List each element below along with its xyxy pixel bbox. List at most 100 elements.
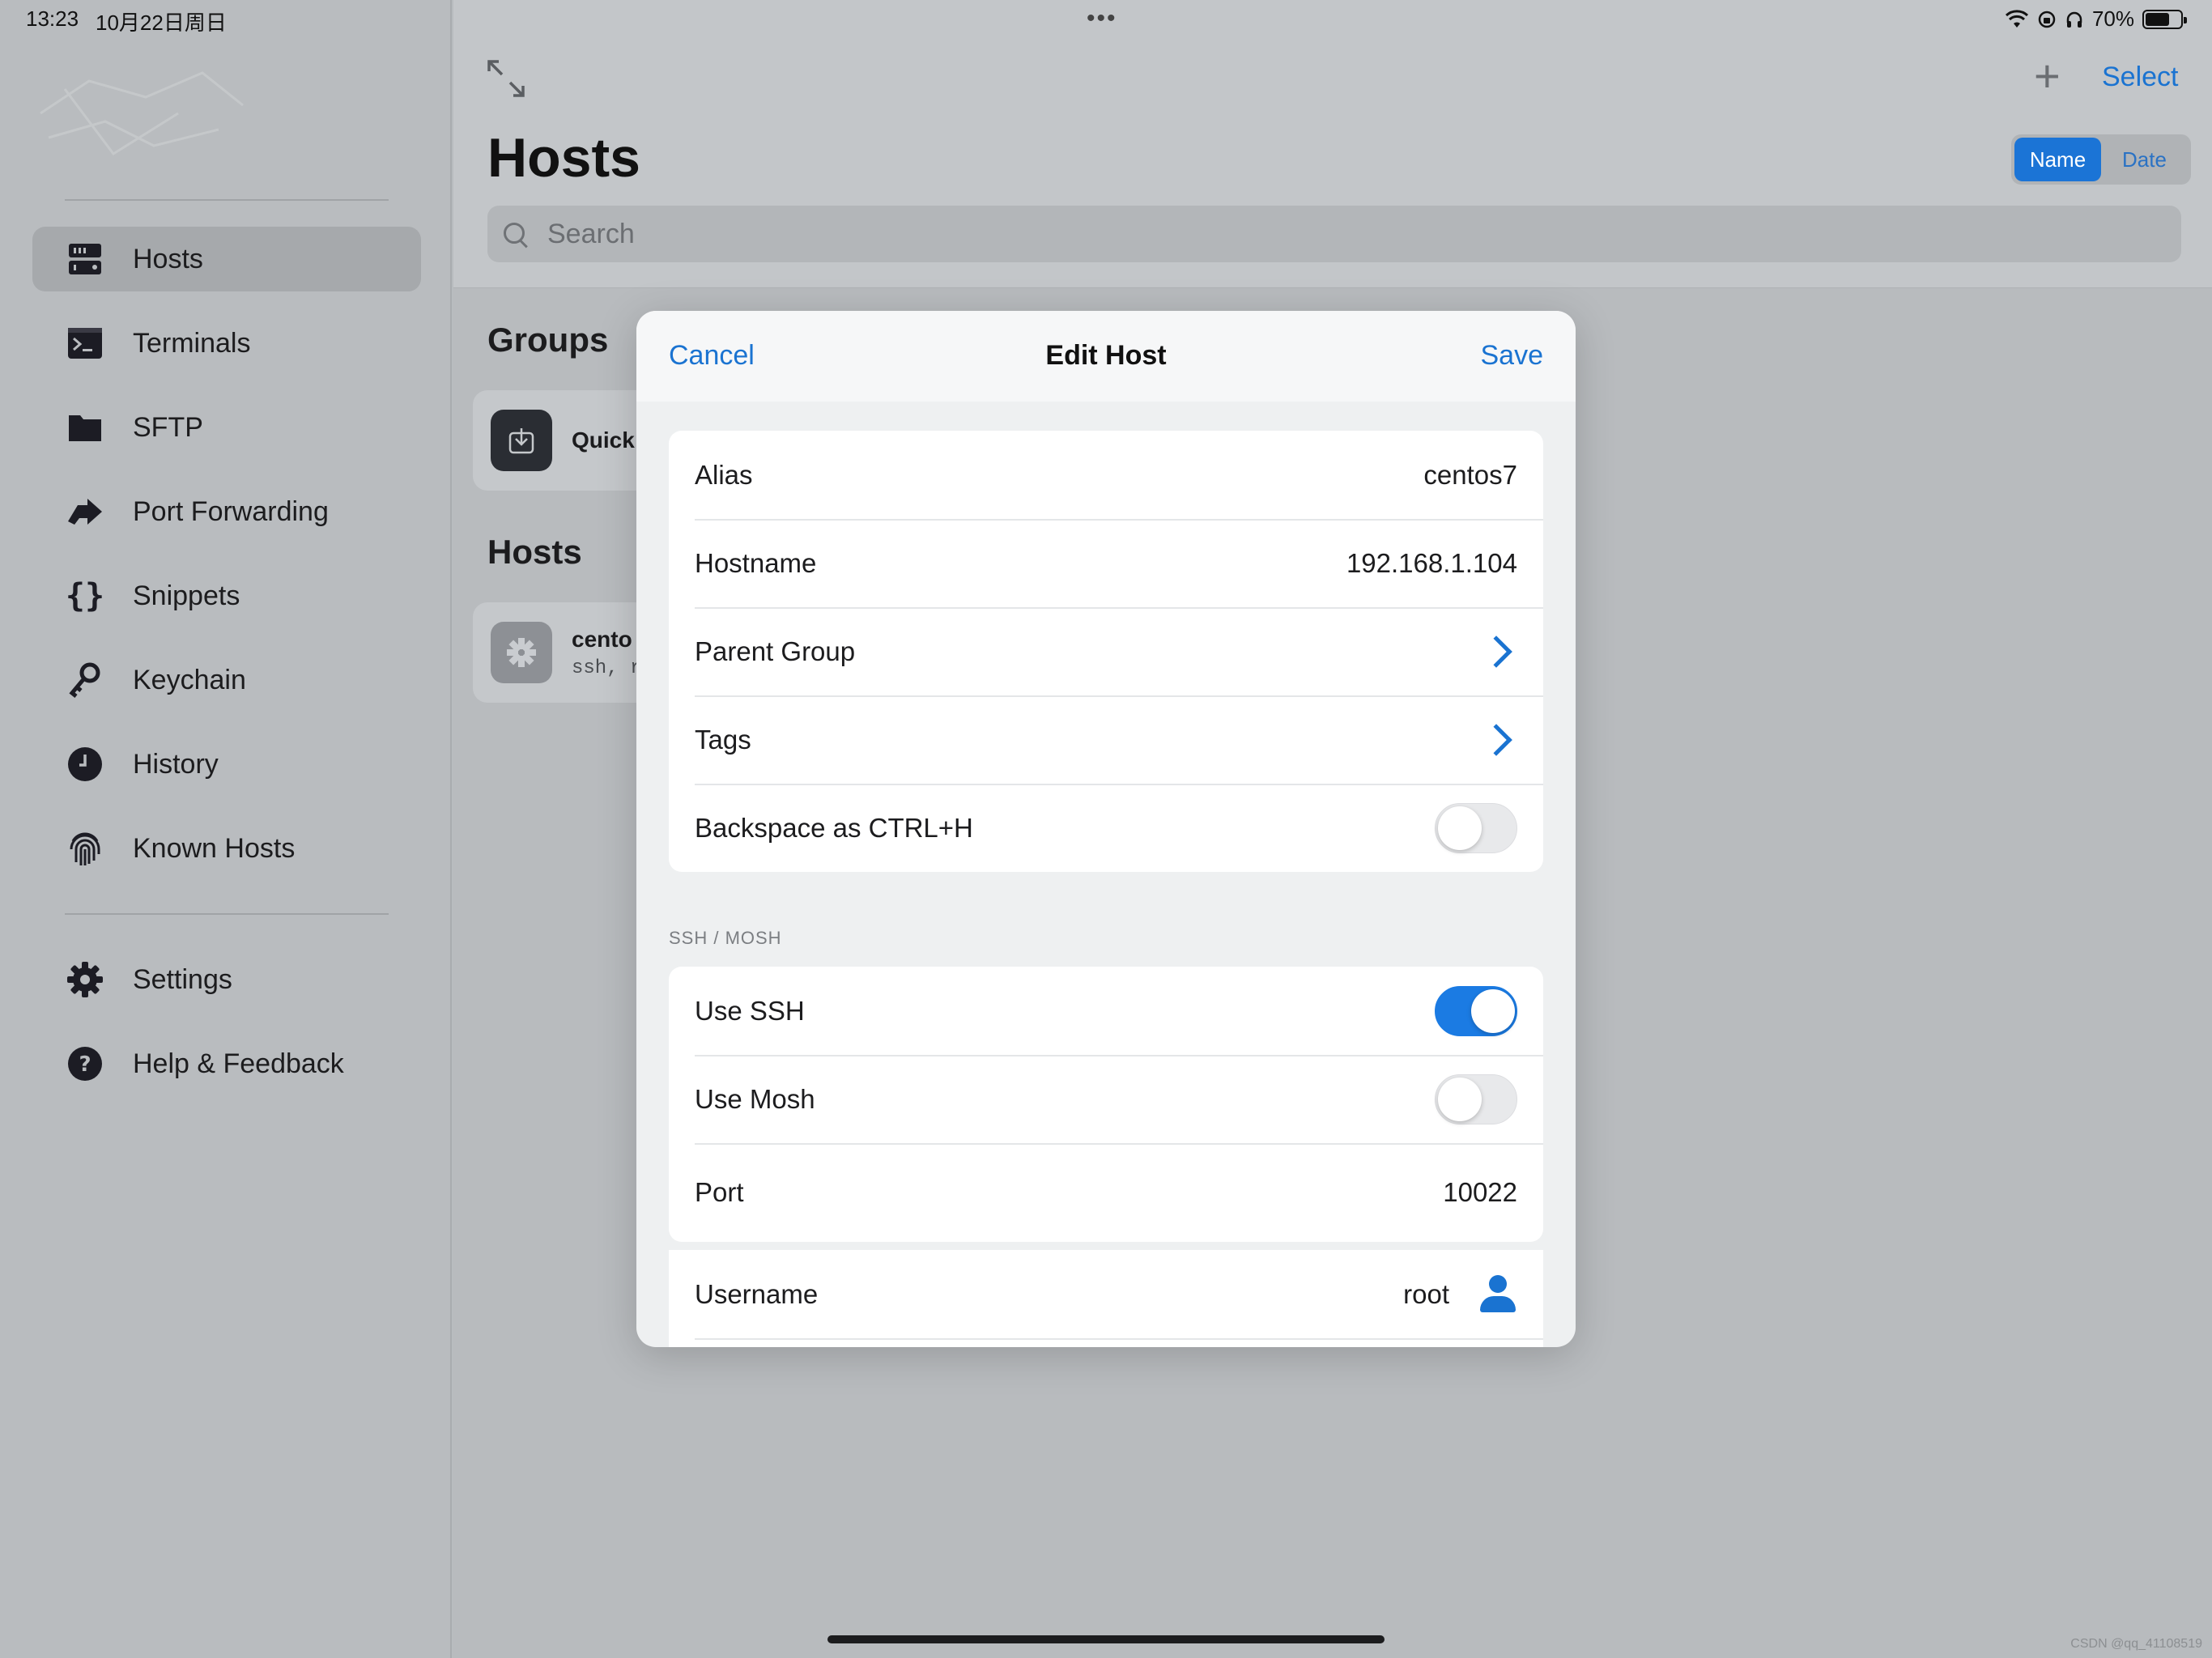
alias-field[interactable]: centos7 xyxy=(1423,460,1517,491)
host-card-label: cento xyxy=(572,626,632,652)
sidebar-item-history[interactable]: History xyxy=(32,732,421,797)
sidebar-item-keychain[interactable]: Keychain xyxy=(32,648,421,712)
hostname-label: Hostname xyxy=(695,547,817,578)
gear-icon xyxy=(65,959,105,1000)
page-title: Hosts xyxy=(487,127,640,189)
sidebar-item-sftp[interactable]: SFTP xyxy=(32,395,421,460)
use-mosh-toggle[interactable] xyxy=(1435,1073,1517,1124)
headphones-icon xyxy=(2066,11,2082,28)
modal-header: Edit Host Cancel Save xyxy=(636,311,1576,402)
username-field[interactable]: root xyxy=(1403,1279,1449,1310)
username-row[interactable]: Username root xyxy=(669,1250,1543,1338)
sidebar-item-port-forwarding[interactable]: Port Forwarding xyxy=(32,479,421,544)
folder-icon xyxy=(65,407,105,448)
sidebar-item-help-feedback[interactable]: ? Help & Feedback xyxy=(32,1031,421,1096)
chevron-right-icon xyxy=(1480,635,1512,668)
sidebar-divider xyxy=(65,913,389,915)
add-host-button[interactable]: + xyxy=(2034,53,2061,99)
main-header: + Select Hosts Name Date xyxy=(453,0,2212,288)
server-icon xyxy=(65,239,105,279)
ssh-mosh-section-label: SSH / MOSH xyxy=(669,928,782,948)
sidebar-item-label: SFTP xyxy=(133,411,203,443)
sidebar-divider xyxy=(65,199,389,201)
auth-settings-group: Username root xyxy=(669,1250,1543,1347)
search-input[interactable] xyxy=(547,218,2086,250)
braces-icon: {} xyxy=(65,577,105,614)
tags-row[interactable]: Tags xyxy=(669,695,1543,784)
sidebar-item-label: Help & Feedback xyxy=(133,1048,344,1079)
sidebar-item-label: Snippets xyxy=(133,580,240,611)
use-ssh-toggle[interactable] xyxy=(1435,985,1517,1036)
help-icon: ? xyxy=(65,1044,105,1084)
alias-row[interactable]: Alias centos7 xyxy=(669,431,1543,519)
port-label: Port xyxy=(695,1177,744,1207)
cancel-button[interactable]: Cancel xyxy=(669,340,755,372)
port-row[interactable]: Port 10022 xyxy=(669,1143,1543,1242)
sidebar-item-label: Port Forwarding xyxy=(133,495,329,527)
sidebar: Hosts Terminals SFTP Port Forwarding {} … xyxy=(0,0,452,1658)
sidebar-item-hosts[interactable]: Hosts xyxy=(32,227,421,291)
import-icon xyxy=(491,410,552,471)
sidebar-item-label: Settings xyxy=(133,963,232,995)
battery-icon xyxy=(2142,9,2187,29)
save-button[interactable]: Save xyxy=(1481,340,1544,372)
home-indicator[interactable] xyxy=(827,1635,1385,1643)
group-card-label: Quick xyxy=(572,427,635,453)
sidebar-item-settings[interactable]: Settings xyxy=(32,947,421,1012)
parent-group-row[interactable]: Parent Group xyxy=(669,607,1543,695)
backspace-row: Backspace as CTRL+H xyxy=(669,784,1543,872)
chevron-right-icon xyxy=(1480,723,1512,756)
select-button[interactable]: Select xyxy=(2102,62,2179,93)
wifi-icon xyxy=(2005,9,2028,28)
use-ssh-row: Use SSH xyxy=(669,967,1543,1055)
hostname-row[interactable]: Hostname 192.168.1.104 xyxy=(669,519,1543,607)
sort-segmented-control: Name Date xyxy=(2011,134,2191,185)
use-mosh-row: Use Mosh xyxy=(669,1055,1543,1143)
app-logo-watermark-icon xyxy=(40,71,244,156)
sidebar-item-label: Keychain xyxy=(133,664,246,695)
backspace-toggle[interactable] xyxy=(1435,802,1517,853)
parent-group-label: Parent Group xyxy=(695,636,856,666)
groups-section-title: Groups xyxy=(487,321,609,359)
orientation-lock-icon xyxy=(2038,11,2056,28)
status-date: 10月22日周日 xyxy=(96,11,227,35)
username-label: Username xyxy=(695,1278,819,1309)
port-forward-icon xyxy=(65,491,105,532)
edit-host-modal: Edit Host Cancel Save Alias centos7 Host… xyxy=(636,311,1576,1347)
tags-label: Tags xyxy=(695,724,751,755)
terminal-icon xyxy=(65,323,105,363)
multitasking-dots-icon[interactable]: ••• xyxy=(1087,5,1117,32)
sidebar-item-label: History xyxy=(133,748,219,780)
search-icon xyxy=(499,218,531,250)
os-logo-icon xyxy=(491,622,552,683)
watermark: CSDN @qq_41108519 xyxy=(2070,1637,2202,1651)
clock-icon xyxy=(65,744,105,784)
user-icon[interactable] xyxy=(1478,1274,1517,1314)
key-icon xyxy=(65,660,105,700)
sidebar-item-terminals[interactable]: Terminals xyxy=(32,311,421,376)
modal-title: Edit Host xyxy=(1045,340,1167,371)
use-ssh-label: Use SSH xyxy=(695,995,805,1026)
port-field[interactable]: 10022 xyxy=(1443,1177,1517,1208)
hostname-field[interactable]: 192.168.1.104 xyxy=(1346,548,1517,579)
status-bar: 13:23 10月22日周日 ••• 70% xyxy=(0,0,2212,39)
host-card-subtitle: ssh, r xyxy=(572,657,642,679)
svg-text:?: ? xyxy=(79,1052,91,1077)
host-card-text: cento ssh, r xyxy=(572,627,641,679)
sidebar-item-label: Known Hosts xyxy=(133,832,296,864)
battery-percent: 70% xyxy=(2091,6,2134,31)
sort-by-name-button[interactable]: Name xyxy=(2014,138,2101,181)
search-bar[interactable] xyxy=(487,206,2181,262)
status-time: 13:23 xyxy=(26,6,79,31)
sidebar-item-known-hosts[interactable]: Known Hosts xyxy=(32,816,421,881)
status-indicators: 70% xyxy=(2005,6,2187,32)
sidebar-item-label: Terminals xyxy=(133,327,251,359)
ssh-settings-group: Use SSH Use Mosh Port 10022 xyxy=(669,967,1543,1242)
fingerprint-icon xyxy=(65,828,105,869)
hosts-section-title: Hosts xyxy=(487,533,582,571)
sort-by-date-button[interactable]: Date xyxy=(2101,138,2188,181)
sidebar-item-snippets[interactable]: {} Snippets xyxy=(32,563,421,628)
expand-icon[interactable] xyxy=(486,58,526,99)
backspace-label: Backspace as CTRL+H xyxy=(695,812,973,843)
general-settings-group: Alias centos7 Hostname 192.168.1.104 Par… xyxy=(669,431,1543,872)
